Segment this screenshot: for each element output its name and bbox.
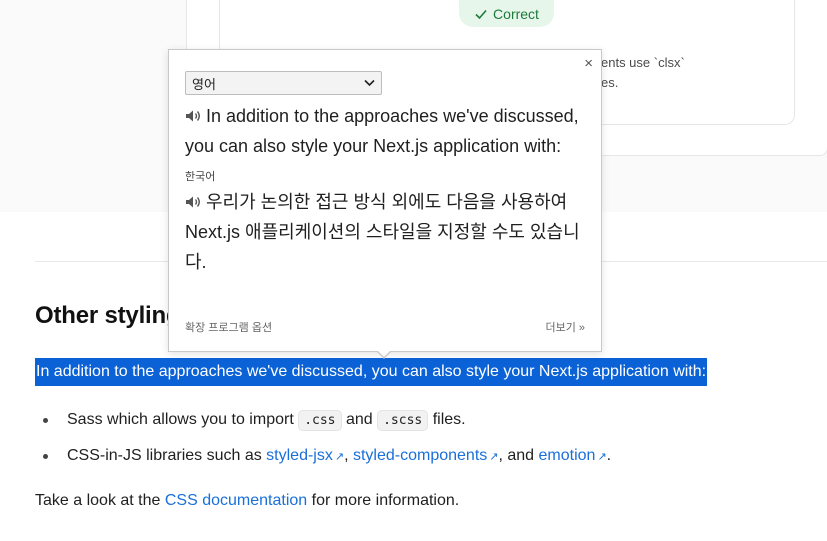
styled-components-link[interactable]: styled-components ↗: [353, 447, 499, 464]
list-item: CSS-in-JS libraries such as styled-jsx ↗,…: [40, 441, 611, 477]
translation-popup: × 영어 In addition to the approaches we've…: [168, 49, 602, 352]
styling-options-list: Sass which allows you to import .css and…: [40, 405, 611, 477]
emotion-link[interactable]: emotion ↗: [539, 447, 607, 464]
check-icon: [475, 9, 487, 19]
inline-code: .css: [298, 410, 342, 431]
list-item: Sass which allows you to import .css and…: [40, 405, 611, 441]
section-heading: Other styling: [35, 302, 181, 329]
correct-badge-label: Correct: [493, 5, 539, 22]
speaker-icon[interactable]: [185, 195, 201, 209]
external-link-icon: ↗: [334, 451, 345, 463]
popup-pointer: [376, 350, 392, 359]
css-documentation-link[interactable]: CSS documentation: [165, 492, 307, 509]
external-link-icon: ↗: [597, 451, 607, 463]
target-language-label: 한국어: [185, 171, 216, 183]
source-text: In addition to the approaches we've disc…: [185, 106, 579, 156]
close-icon[interactable]: ×: [584, 55, 593, 72]
translated-text: 우리가 논의한 접근 방식 외에도 다음을 사용하여 Next.js 애플리케이…: [185, 192, 580, 272]
extension-options-link[interactable]: 확장 프로그램 옵션: [185, 319, 272, 335]
source-language-select[interactable]: 영어: [185, 71, 382, 95]
inline-code: .scss: [377, 410, 429, 431]
correct-badge: Correct: [459, 0, 554, 27]
more-link[interactable]: 더보기 »: [545, 319, 585, 335]
speaker-icon[interactable]: [185, 109, 201, 123]
selected-paragraph[interactable]: In addition to the approaches we've disc…: [35, 358, 708, 386]
info-paragraph: Take a look at the CSS documentation for…: [35, 492, 460, 509]
styled-jsx-link[interactable]: styled-jsx ↗: [266, 447, 344, 464]
chevron-down-icon: [364, 79, 375, 87]
quiz-explanation: ents use `clsx` es.: [601, 55, 685, 90]
